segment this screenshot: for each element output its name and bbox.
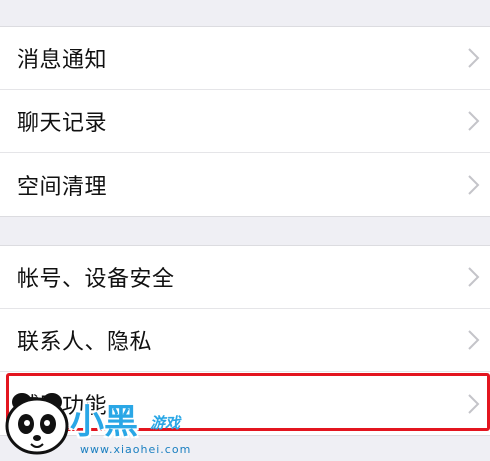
settings-item-label: 消息通知: [17, 48, 108, 73]
settings-item-label: 辅助功能: [17, 393, 108, 419]
settings-group-2: 帐号、设备安全 联系人、隐私 辅助功能: [0, 245, 490, 436]
settings-item-chat-history[interactable]: 聊天记录: [0, 90, 490, 153]
chevron-right-icon: [468, 48, 480, 68]
chevron-right-icon: [468, 330, 480, 350]
top-spacer: [0, 0, 490, 26]
settings-item-account-security[interactable]: 帐号、设备安全: [0, 246, 490, 309]
settings-item-notifications[interactable]: 消息通知: [0, 27, 490, 90]
settings-screen: 消息通知 聊天记录 空间清理 帐号、设备安全 联系人、隐私 辅助功能 小黑 游戏…: [0, 0, 490, 461]
settings-item-label: 聊天记录: [17, 111, 108, 136]
settings-item-label: 联系人、隐私: [17, 330, 153, 355]
section-spacer: [0, 217, 490, 245]
settings-item-label: 空间清理: [17, 174, 108, 200]
chevron-right-icon: [468, 267, 480, 287]
chevron-right-icon: [468, 393, 480, 414]
settings-item-contacts-privacy[interactable]: 联系人、隐私: [0, 309, 490, 372]
chevron-right-icon: [468, 111, 480, 131]
chevron-right-icon: [468, 174, 480, 195]
settings-item-storage-cleanup[interactable]: 空间清理: [0, 153, 490, 216]
settings-item-accessibility[interactable]: 辅助功能: [0, 372, 490, 435]
settings-group-1: 消息通知 聊天记录 空间清理: [0, 26, 490, 217]
watermark-url: www.xiaohei.com: [80, 443, 192, 456]
settings-item-label: 帐号、设备安全: [17, 267, 175, 292]
